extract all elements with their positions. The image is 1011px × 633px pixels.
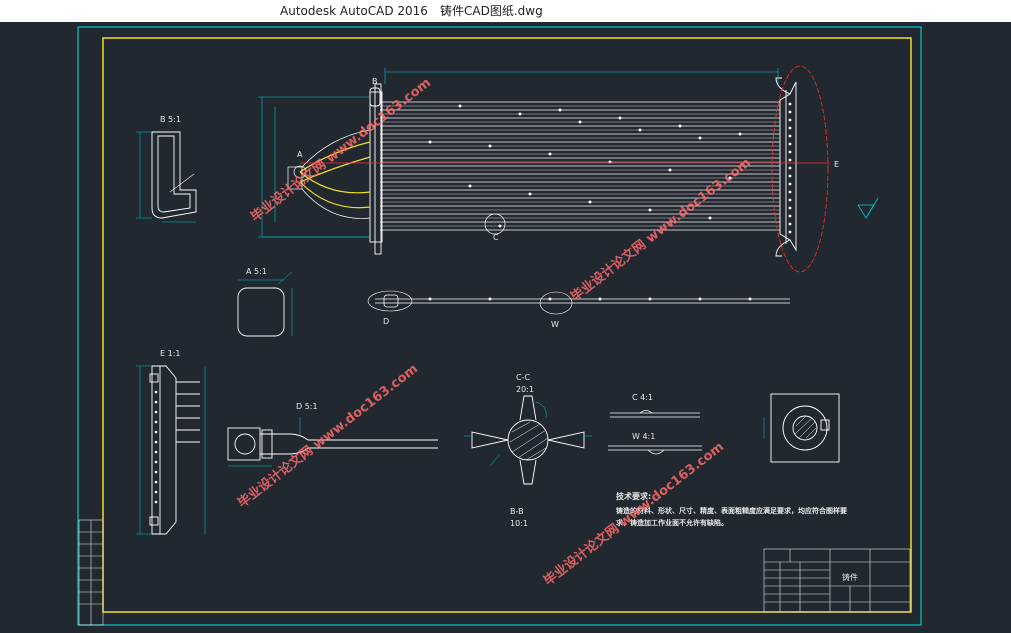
- drawing-canvas[interactable]: A B C E B 5:1 A 5:1 D W E 1:1 D 5:1 C-C …: [0, 22, 1011, 633]
- part-name: 铸件: [842, 572, 858, 582]
- callout-a: A: [297, 150, 303, 159]
- detail-c-view[interactable]: C 4:1: [610, 393, 700, 418]
- detail-w-label: W 4:1: [632, 432, 655, 441]
- watermark-3: 毕业设计论文网 www.doc163.com: [235, 361, 421, 511]
- detail-w-view[interactable]: W 4:1: [608, 432, 702, 455]
- cad-drawing: A B C E B 5:1 A 5:1 D W E 1:1 D 5:1 C-C …: [77, 26, 922, 626]
- detail-a-label: A 5:1: [246, 267, 267, 276]
- right-flange: [775, 77, 797, 257]
- detail-a-view[interactable]: A 5:1: [237, 267, 293, 337]
- title-bar: Autodesk AutoCAD 2016 铸件CAD图纸.dwg: [0, 0, 1011, 22]
- callout-e: E: [834, 160, 839, 169]
- detail-d-label: D 5:1: [296, 402, 318, 411]
- detail-e-label: E 1:1: [160, 349, 180, 358]
- title-block[interactable]: 铸件: [763, 548, 911, 613]
- detail-b-label: B 5:1: [160, 115, 181, 124]
- detail-c-label: C 4:1: [632, 393, 653, 402]
- section-cc-scale: 20:1: [516, 385, 534, 394]
- callout-b: B: [372, 77, 378, 86]
- revision-strip: [78, 519, 104, 626]
- flange-square-view[interactable]: [763, 393, 840, 463]
- detail-b-view[interactable]: B 5:1: [136, 115, 197, 223]
- callout-d: D: [383, 317, 389, 326]
- inner-border: [102, 37, 912, 613]
- file-name: 铸件CAD图纸.dwg: [440, 4, 543, 18]
- flange-holes: [788, 102, 792, 234]
- section-cc-label: C-C: [516, 373, 530, 382]
- detail-e-view[interactable]: E 1:1: [136, 349, 206, 535]
- main-view[interactable]: A B C E: [258, 65, 879, 273]
- section-bb-scale: 10:1: [510, 519, 528, 528]
- section-cc-view[interactable]: C-C 20:1 B-B 10:1: [464, 373, 592, 528]
- callout-w: W: [551, 320, 559, 329]
- callout-c: C: [493, 233, 499, 242]
- app-title: Autodesk AutoCAD 2016: [280, 4, 428, 18]
- surface-finish-symbol: [857, 197, 879, 219]
- section-bb-label: B-B: [510, 507, 524, 516]
- outer-border: [77, 26, 922, 626]
